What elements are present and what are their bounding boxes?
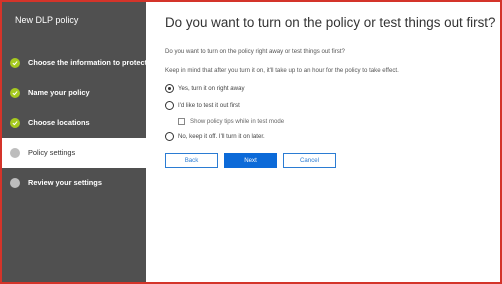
step-label: Policy settings bbox=[28, 148, 76, 157]
step-label: Review your settings bbox=[28, 178, 102, 187]
cancel-button[interactable]: Cancel bbox=[283, 153, 336, 168]
step-review-settings[interactable]: Review your settings bbox=[2, 168, 146, 198]
radio-keep-off[interactable] bbox=[165, 132, 174, 141]
radio-turn-on[interactable] bbox=[165, 84, 174, 93]
completed-check-icon bbox=[10, 88, 20, 98]
step-name-policy[interactable]: Name your policy bbox=[2, 78, 146, 108]
question-text: Do you want to turn on the policy right … bbox=[165, 48, 345, 55]
current-step-dot-icon bbox=[10, 148, 20, 158]
option-turn-on[interactable]: Yes, turn it on right away bbox=[165, 84, 245, 93]
step-label: Choose locations bbox=[28, 118, 90, 127]
option-label: No, keep it off. I'll turn it on later. bbox=[178, 133, 265, 140]
step-policy-settings[interactable]: Policy settings bbox=[2, 138, 146, 168]
step-choose-locations[interactable]: Choose locations bbox=[2, 108, 146, 138]
next-button[interactable]: Next bbox=[224, 153, 277, 168]
step-label: Choose the information to protect bbox=[28, 58, 148, 67]
radio-test[interactable] bbox=[165, 101, 174, 110]
pending-step-dot-icon bbox=[10, 178, 20, 188]
option-label: I'd like to test it out first bbox=[178, 102, 240, 109]
option-policy-tips[interactable]: Show policy tips while in test mode bbox=[178, 118, 284, 125]
option-label: Show policy tips while in test mode bbox=[190, 118, 285, 125]
checkbox-policy-tips[interactable] bbox=[178, 118, 185, 125]
option-keep-off[interactable]: No, keep it off. I'll turn it on later. bbox=[165, 132, 265, 141]
step-choose-information[interactable]: Choose the information to protect bbox=[2, 48, 148, 78]
page-title: Do you want to turn on the policy or tes… bbox=[165, 15, 496, 30]
wizard-sidebar: New DLP policy Choose the information to… bbox=[2, 2, 148, 282]
back-button[interactable]: Back bbox=[165, 153, 218, 168]
completed-check-icon bbox=[10, 118, 20, 128]
note-text: Keep in mind that after you turn it on, … bbox=[165, 67, 399, 74]
main-panel: Do you want to turn on the policy or tes… bbox=[146, 2, 500, 282]
completed-check-icon bbox=[10, 58, 20, 68]
option-label: Yes, turn it on right away bbox=[178, 85, 245, 92]
wizard-window: New DLP policy Choose the information to… bbox=[0, 0, 502, 284]
step-label: Name your policy bbox=[28, 88, 90, 97]
wizard-title: New DLP policy bbox=[15, 15, 79, 25]
wizard-steps: Choose the information to protect Name y… bbox=[2, 48, 148, 198]
option-test[interactable]: I'd like to test it out first bbox=[165, 101, 240, 110]
